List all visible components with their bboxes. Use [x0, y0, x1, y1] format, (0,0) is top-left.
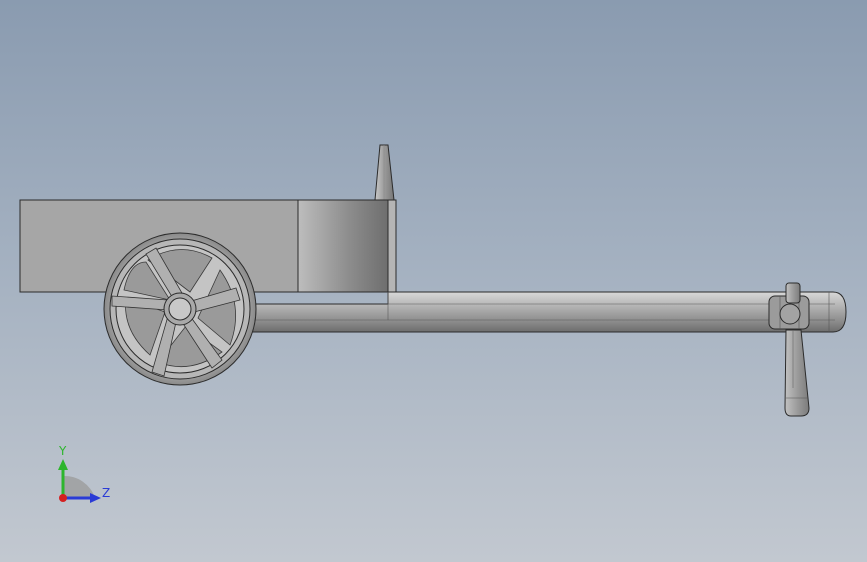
y-axis-arrow — [58, 459, 68, 470]
handle-top — [785, 282, 801, 304]
handle-grip — [784, 329, 810, 417]
z-axis-arrow — [90, 493, 101, 503]
x-axis-dot — [59, 494, 67, 502]
wheel-hub — [168, 297, 192, 321]
y-axis-label: Y — [58, 444, 67, 458]
cart-model[interactable] — [19, 144, 847, 417]
cart-box-side — [387, 199, 397, 293]
top-spire — [374, 144, 395, 201]
wheel[interactable] — [103, 232, 257, 386]
cart-box-end — [297, 199, 389, 293]
z-axis-label: Z — [102, 486, 110, 500]
handle-pivot — [779, 303, 801, 325]
graphics-viewport[interactable]: Y Z — [0, 0, 867, 562]
tow-shaft — [199, 291, 847, 333]
orientation-triad[interactable]: Y Z — [58, 444, 110, 503]
